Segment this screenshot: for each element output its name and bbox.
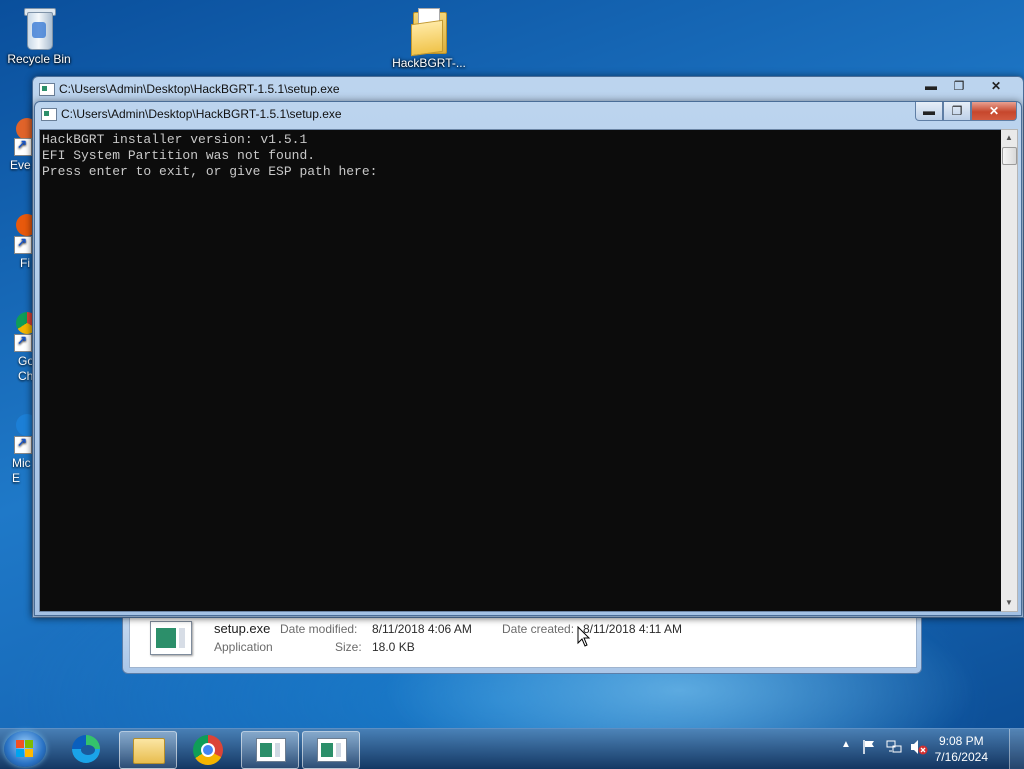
clock-time: 9:08 PM (938, 734, 984, 748)
vertical-scrollbar[interactable]: ▲ ▼ (1001, 129, 1018, 612)
maximize-button[interactable]: ❐ (943, 102, 971, 121)
shortcut-arrow-icon (14, 333, 32, 352)
desktop-shortcut-partial-2[interactable]: Fi (0, 210, 38, 272)
shortcut-arrow-icon (14, 137, 32, 156)
desktop-icon-recycle-bin[interactable]: Recycle Bin (1, 6, 77, 66)
desktop-shortcut-label: Eve (10, 158, 31, 172)
explorer-details-pane: setup.exe Application Date modified: 8/1… (129, 613, 917, 668)
taskbar-button-chrome[interactable] (180, 731, 236, 767)
close-button[interactable]: ✕ (971, 102, 1017, 121)
window-title: C:\Users\Admin\Desktop\HackBGRT-1.5.1\se… (61, 107, 342, 121)
console-text: HackBGRT installer version: v1.5.1 EFI S… (42, 132, 378, 179)
details-date-modified-label: Date modified: (280, 622, 358, 636)
taskbar-button-setup-2[interactable] (302, 731, 360, 769)
shortcut-arrow-icon (14, 435, 32, 454)
minimize-button[interactable]: ▬ (917, 77, 945, 96)
desktop-icon-label: HackBGRT-... (392, 56, 466, 70)
start-button[interactable] (4, 731, 46, 767)
desktop-icon-label: Recycle Bin (7, 52, 71, 66)
edge-icon (72, 735, 100, 763)
desktop-shortcut-label: Fi (20, 256, 30, 270)
volume-muted-icon[interactable] (910, 739, 928, 755)
details-size-label: Size: (335, 640, 362, 654)
title-bar[interactable]: C:\Users\Admin\Desktop\HackBGRT-1.5.1\se… (35, 102, 1021, 126)
details-date-modified-value: 8/11/2018 4:06 AM (372, 622, 472, 636)
taskbar-button-setup-1[interactable] (241, 731, 299, 769)
folder-icon (133, 738, 165, 764)
desktop-icon-hackbgrt-folder[interactable]: HackBGRT-... (391, 6, 467, 70)
title-bar[interactable]: C:\Users\Admin\Desktop\HackBGRT-1.5.1\se… (33, 77, 1023, 101)
taskbar-button-edge[interactable] (58, 731, 114, 767)
desktop-shortcut-partial-1[interactable]: Eve (0, 112, 38, 172)
show-hidden-icons-button[interactable]: ▲ (841, 739, 851, 750)
details-date-created-label: Date created: (502, 622, 575, 636)
app-window-icon (256, 738, 286, 762)
details-date-created-value: 8/11/2018 4:11 AM (583, 622, 682, 636)
minimize-button[interactable]: ▬ (915, 102, 943, 121)
action-center-flag-icon[interactable] (862, 739, 876, 755)
recycle-bin-icon (22, 6, 56, 50)
clock-date: 7/16/2024 (934, 750, 988, 764)
taskbar-button-file-explorer[interactable] (119, 731, 177, 769)
maximize-button[interactable]: ❐ (945, 77, 973, 96)
chrome-icon (193, 735, 223, 765)
console-app-icon (39, 83, 55, 96)
details-size-value: 18.0 KB (372, 640, 415, 654)
show-desktop-button[interactable] (1009, 729, 1024, 769)
console-app-icon (41, 108, 57, 121)
network-icon[interactable] (886, 739, 902, 755)
close-button[interactable]: ✕ (973, 77, 1019, 96)
taskbar: ▲ 9:08 PM 7/16/2024 (0, 728, 1024, 769)
console-window[interactable]: C:\Users\Admin\Desktop\HackBGRT-1.5.1\se… (34, 101, 1022, 616)
scroll-down-arrow-icon[interactable]: ▼ (1001, 595, 1017, 611)
window-title: C:\Users\Admin\Desktop\HackBGRT-1.5.1\se… (59, 82, 340, 96)
details-file-name: setup.exe (214, 621, 271, 636)
application-file-icon (150, 621, 192, 655)
windows-logo-icon (16, 740, 34, 758)
taskbar-clock[interactable]: 9:08 PM 7/16/2024 (935, 733, 988, 765)
console-output-area[interactable]: HackBGRT installer version: v1.5.1 EFI S… (39, 129, 1003, 612)
desktop-shortcut-partial-3[interactable]: Go Ch (0, 306, 38, 386)
mouse-cursor-icon (577, 626, 591, 647)
desktop-shortcut-partial-4[interactable]: Mic E (0, 410, 38, 490)
folder-icon (409, 6, 449, 57)
scrollbar-thumb[interactable] (1002, 147, 1017, 165)
scroll-up-arrow-icon[interactable]: ▲ (1001, 130, 1017, 146)
app-window-icon (317, 738, 347, 762)
explorer-window[interactable]: setup.exe Application Date modified: 8/1… (122, 612, 922, 674)
details-file-type: Application (214, 640, 273, 654)
shortcut-arrow-icon (14, 235, 32, 254)
